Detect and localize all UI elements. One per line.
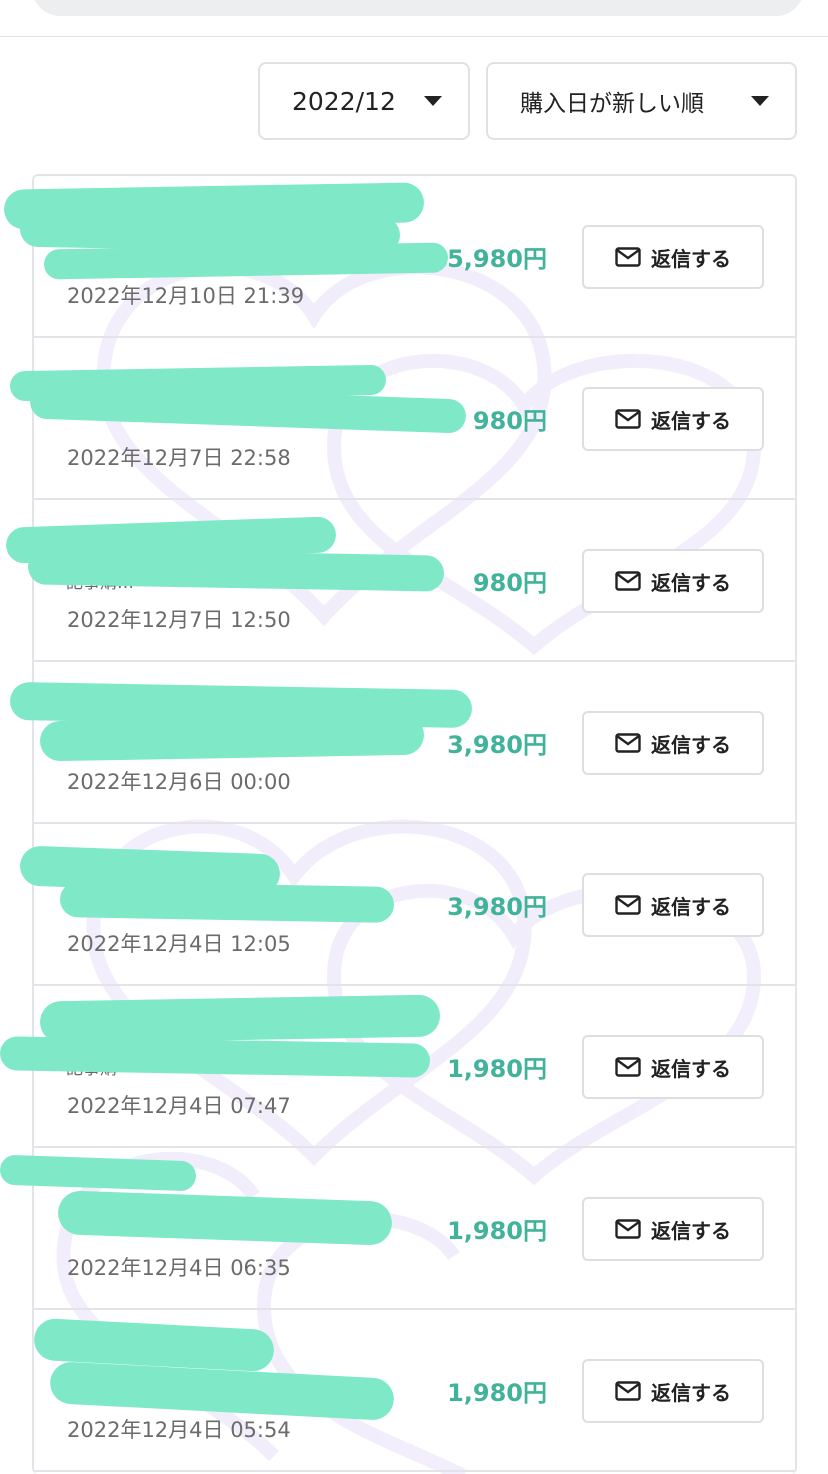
purchase-row: 2022年12月7日 22:58 980円 返信する: [34, 338, 795, 500]
price: 980円: [472, 569, 547, 597]
reply-button[interactable]: 返信する: [582, 873, 764, 937]
purchase-date: 2022年12月6日 00:00: [67, 770, 291, 794]
mail-icon: [615, 895, 641, 915]
item-note: 記事購: [66, 1059, 117, 1079]
reply-button-label: 返信する: [651, 408, 731, 433]
mail-icon: [615, 1219, 641, 1239]
reply-button[interactable]: 返信する: [582, 225, 764, 289]
reply-button[interactable]: 返信する: [582, 387, 764, 451]
month-select-value: 2022/12: [292, 86, 396, 116]
reply-button-label: 返信する: [651, 894, 731, 919]
item-note: 記事購: [66, 735, 117, 755]
mail-icon: [615, 571, 641, 591]
chevron-down-icon: [751, 96, 769, 106]
month-select[interactable]: 2022/12: [258, 62, 470, 140]
reply-button[interactable]: 返信する: [582, 1197, 764, 1261]
purchase-row: 記事購 2022年12月4日 07:47 1,980円 返信する: [34, 986, 795, 1148]
chevron-down-icon: [424, 96, 442, 106]
purchase-row: 2022年12月4日 06:35 1,980円 返信する: [34, 1148, 795, 1310]
purchase-date: 2022年12月4日 07:47: [67, 1094, 291, 1118]
reply-button-label: 返信する: [651, 732, 731, 757]
purchase-date: 2022年12月4日 12:05: [67, 932, 291, 956]
mail-icon: [615, 1381, 641, 1401]
sort-select[interactable]: 購入日が新しい順: [486, 62, 797, 140]
purchase-row: 記 2022年12月4日 12:05 3,980円 返信する: [34, 824, 795, 986]
purchase-date: 2022年12月4日 06:35: [67, 1256, 291, 1280]
purchase-row: 記 2022年12月4日 05:54 1,980円 返信する: [34, 1310, 795, 1472]
reply-button-label: 返信する: [651, 246, 731, 271]
price: 3,980円: [447, 731, 547, 759]
price: 980円: [472, 407, 547, 435]
reply-button[interactable]: 返信する: [582, 711, 764, 775]
price: 1,980円: [447, 1379, 547, 1407]
purchase-date: 2022年12月7日 22:58: [67, 446, 291, 470]
purchase-row: 2022年12月10日 21:39 5,980円 返信する: [34, 176, 795, 338]
mail-icon: [615, 409, 641, 429]
price: 3,980円: [447, 893, 547, 921]
mail-icon: [615, 1057, 641, 1077]
reply-button-label: 返信する: [651, 570, 731, 595]
reply-button-label: 返信する: [651, 1056, 731, 1081]
item-note: 記: [66, 897, 83, 917]
item-note: 記事購…: [66, 573, 134, 593]
price: 1,980円: [447, 1217, 547, 1245]
reply-button[interactable]: 返信する: [582, 1035, 764, 1099]
reply-button-label: 返信する: [651, 1380, 731, 1405]
header-divider: [0, 36, 828, 37]
mail-icon: [615, 247, 641, 267]
reply-button[interactable]: 返信する: [582, 1359, 764, 1423]
item-note: 記: [66, 1383, 83, 1403]
search-bar[interactable]: [32, 0, 804, 16]
reply-button-label: 返信する: [651, 1218, 731, 1243]
mail-icon: [615, 733, 641, 753]
purchase-date: 2022年12月7日 12:50: [67, 608, 291, 632]
price: 1,980円: [447, 1055, 547, 1083]
purchase-date: 2022年12月4日 05:54: [67, 1418, 291, 1442]
price: 5,980円: [447, 245, 547, 273]
reply-button[interactable]: 返信する: [582, 549, 764, 613]
purchase-list: 2022年12月10日 21:39 5,980円 返信する 2022年12月7日…: [32, 174, 797, 1474]
sort-select-value: 購入日が新しい順: [520, 91, 704, 117]
purchase-date: 2022年12月10日 21:39: [67, 284, 305, 308]
purchase-row: 記事購… 2022年12月7日 12:50 980円 返信する: [34, 500, 795, 662]
purchase-row: 記事購 2022年12月6日 00:00 3,980円 返信する: [34, 662, 795, 824]
